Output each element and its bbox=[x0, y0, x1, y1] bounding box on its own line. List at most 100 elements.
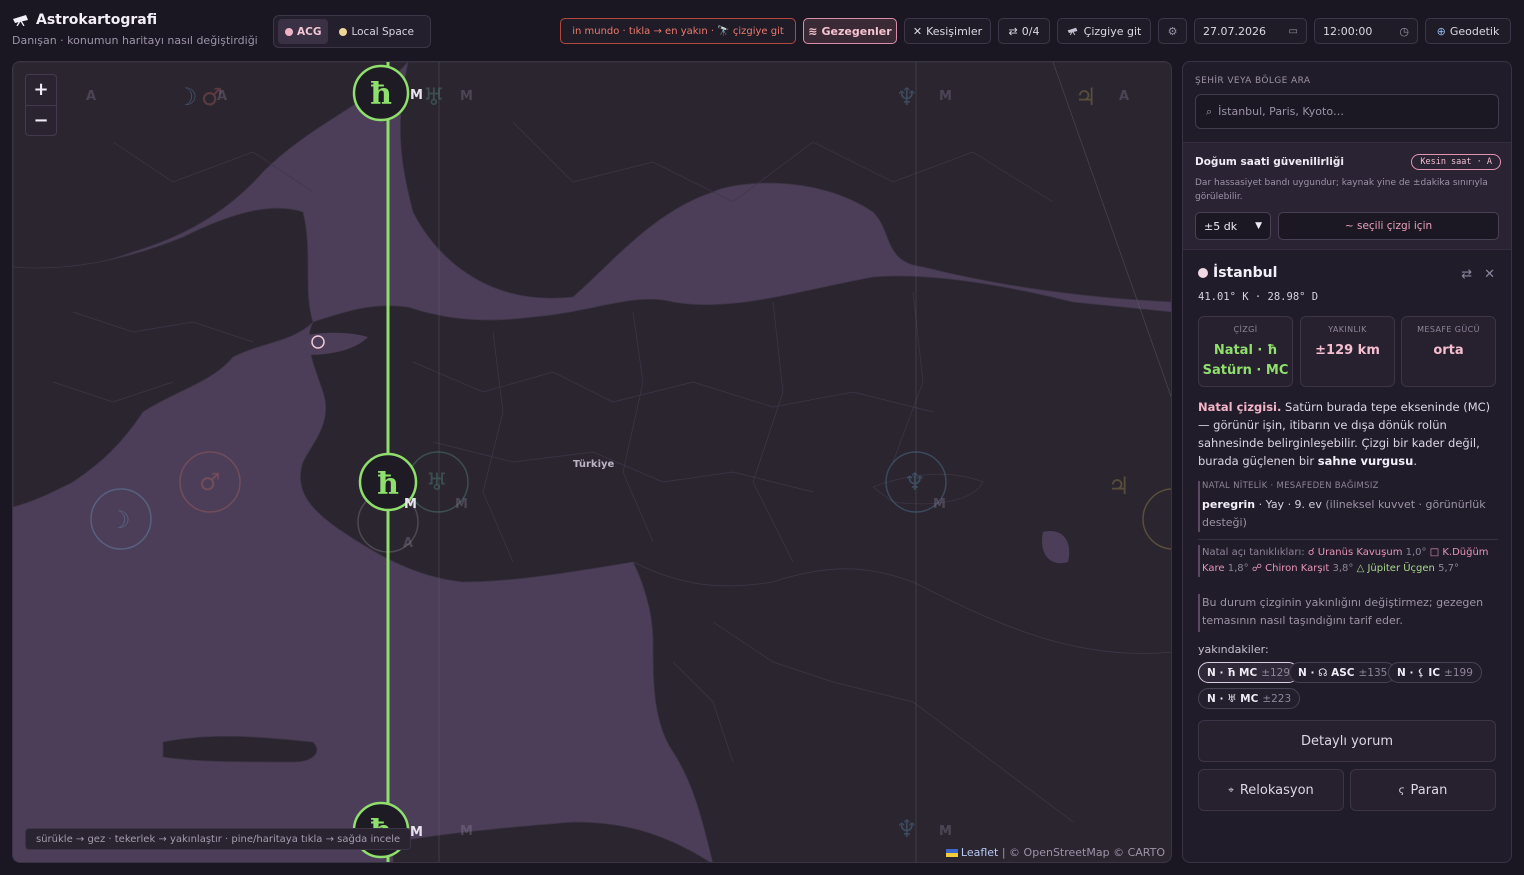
planets-icon: ≋ bbox=[808, 24, 818, 38]
divider bbox=[1198, 539, 1498, 540]
ghost-mars-glyph: ♂ bbox=[199, 468, 221, 496]
date-value: 27.07.2026 bbox=[1203, 24, 1266, 38]
stat-line: ÇİZGİ Natal · ħ Satürn · MC bbox=[1198, 316, 1293, 387]
paran-button[interactable]: ϛ Paran bbox=[1350, 769, 1496, 811]
location-title: İstanbul bbox=[1198, 265, 1277, 281]
counter-label: 0/4 bbox=[1021, 24, 1040, 38]
map-view[interactable]: ☽ ♂ ♅ ♆ ♃ ♃ ☽ ♂ ♆ ♆ ♅ A A M M A M M A M … bbox=[12, 61, 1172, 863]
stat-value: Natal · ħ Satürn · MC bbox=[1202, 343, 1289, 378]
ghost-suffix: M bbox=[460, 824, 473, 839]
zoom-out-button[interactable]: − bbox=[26, 104, 56, 136]
ghost-uranus-glyph: ♅ bbox=[426, 468, 448, 496]
local-space-dot-icon bbox=[339, 27, 348, 36]
natal-aspects: Natal açı tanıklıkları: ☌ Uranüs Kavuşum… bbox=[1198, 545, 1498, 577]
aspect-note: Bu durum çizginin yakınlığını değiştirme… bbox=[1198, 594, 1498, 632]
nearby-chip[interactable]: N · ♅ MC ±223 bbox=[1198, 688, 1301, 709]
clock-icon: ◷ bbox=[1399, 24, 1409, 38]
planets-button[interactable]: ≋ Gezegenler bbox=[803, 18, 897, 44]
location-coords: 41.01° K · 28.98° D bbox=[1198, 291, 1319, 303]
map-attribution: Leaflet | © OpenStreetMap © CARTO bbox=[945, 846, 1165, 859]
stat-proximity: YAKINLIK ±129 km bbox=[1300, 316, 1395, 387]
zoom-control: + − bbox=[25, 74, 57, 136]
aspect-item: ☍ Chiron Karşıt bbox=[1251, 563, 1330, 574]
geodetic-button[interactable]: ⊕ Geodetik bbox=[1425, 18, 1511, 44]
app-subtitle: Danışan · konumun haritayı nasıl değişti… bbox=[12, 34, 258, 47]
stat-label: YAKINLIK bbox=[1328, 325, 1367, 334]
ghost-uranus-glyph-top: ♅ bbox=[423, 83, 445, 111]
location-actions: ⇄ ✕ bbox=[1461, 267, 1495, 282]
tolerance-note-button[interactable]: ~ seçili çizgi için bbox=[1278, 212, 1499, 240]
land-ukraine-russia bbox=[399, 62, 1171, 303]
settings-button[interactable]: ⚙ bbox=[1158, 18, 1187, 44]
ghost-jupiter-glyph-2: ♃ bbox=[1108, 472, 1130, 500]
ghost-suffix: M bbox=[933, 497, 946, 512]
quality-text: peregrin · Yay · 9. ev (ilineksel kuvvet… bbox=[1202, 498, 1486, 529]
relocation-button[interactable]: ⌖ Relokasyon bbox=[1198, 769, 1344, 811]
acg-dot-icon bbox=[285, 27, 293, 36]
detailed-reading-button[interactable]: Detaylı yorum bbox=[1198, 720, 1496, 762]
crossings-button[interactable]: ✕ Kesişimler bbox=[904, 18, 991, 44]
geodetic-label: Geodetik bbox=[1449, 24, 1500, 38]
aspect-note-text: Bu durum çizginin yakınlığını değiştirme… bbox=[1202, 596, 1484, 627]
aspect-item: △ Jüpiter Üçgen bbox=[1356, 563, 1435, 574]
mode-local-space-button[interactable]: Local Space bbox=[332, 19, 421, 44]
brand: Astrokartografi Danışan · konumun harita… bbox=[12, 12, 258, 47]
ukraine-flag-icon bbox=[945, 849, 958, 857]
mode-acg-button[interactable]: ACG bbox=[278, 19, 329, 44]
nearby-chip[interactable]: N · ħ MC ±129 bbox=[1198, 662, 1300, 683]
planets-label: Gezegenler bbox=[821, 24, 892, 38]
leaflet-link[interactable]: Leaflet bbox=[961, 846, 998, 859]
ghost-suffix: A bbox=[1119, 89, 1129, 104]
ghost-suffix: M bbox=[939, 824, 952, 839]
map-usage-hint: sürükle → gez · tekerlek → yakınlaştır ·… bbox=[25, 828, 412, 850]
goto-line-button[interactable]: Çizgiye git bbox=[1057, 18, 1151, 44]
side-panel: ŞEHİR VEYA BÖLGE ARA ⌕ Doğum saati güven… bbox=[1182, 61, 1512, 863]
stat-value: orta bbox=[1433, 343, 1464, 358]
mode-switch: ACG Local Space bbox=[273, 15, 431, 48]
ghost-neptune-glyph: ♆ bbox=[904, 468, 926, 496]
nearby-chip[interactable]: N · ⚸ IC ±199 bbox=[1388, 662, 1482, 683]
in-mundo-hint[interactable]: in mundo · tıkla → en yakın · 🔭 çizgiye … bbox=[560, 18, 796, 44]
globe-icon: ⊕ bbox=[1436, 24, 1446, 38]
ghost-suffix: A bbox=[86, 89, 96, 104]
stat-distance-strength: MESAFE GÜCÜ orta bbox=[1401, 316, 1496, 387]
stat-label: MESAFE GÜCÜ bbox=[1417, 325, 1480, 334]
counter-button[interactable]: ⇄ 0/4 bbox=[998, 18, 1050, 44]
svg-text:M: M bbox=[410, 825, 423, 840]
goto-line-label: Çizgiye git bbox=[1083, 24, 1142, 38]
mode-acg-label: ACG bbox=[297, 25, 322, 38]
ghost-moon-glyph-top: ☽ bbox=[176, 83, 198, 111]
svg-text:M: M bbox=[404, 497, 417, 512]
saturn-marker-mid[interactable]: ħ M bbox=[358, 452, 418, 512]
gear-icon: ⚙ bbox=[1167, 24, 1178, 38]
search-icon: ⌕ bbox=[1206, 104, 1213, 118]
location-name: İstanbul bbox=[1213, 265, 1278, 281]
telescope-icon bbox=[1067, 27, 1078, 36]
line-description: Natal çizgisi. Satürn burada tepe ekseni… bbox=[1198, 400, 1491, 468]
nearby-label: yakındakiler: bbox=[1198, 643, 1269, 656]
telescope-icon bbox=[13, 15, 28, 26]
date-input[interactable]: 27.07.2026 ▭ bbox=[1194, 18, 1307, 44]
reliability-title: Doğum saati güvenilirliği bbox=[1195, 156, 1344, 168]
ghost-suffix: A bbox=[403, 536, 413, 551]
search-input[interactable] bbox=[1218, 105, 1479, 118]
stat-value: ±129 km bbox=[1315, 343, 1380, 358]
close-icon[interactable]: ✕ bbox=[1484, 267, 1495, 282]
app-title: Astrokartografi bbox=[12, 12, 258, 28]
aspects-prefix: Natal açı tanıklıkları: bbox=[1202, 547, 1305, 558]
plus-icon: ⌖ bbox=[1228, 784, 1234, 796]
land-crete bbox=[162, 735, 318, 763]
natal-quality: NATAL NİTELİK · MESAFEDEN BAĞIMSIZ pereg… bbox=[1198, 481, 1498, 532]
search-box[interactable]: ⌕ bbox=[1195, 94, 1499, 129]
swap-icon[interactable]: ⇄ bbox=[1461, 267, 1472, 282]
svg-text:ħ: ħ bbox=[370, 77, 392, 112]
ghost-jupiter-glyph: ♃ bbox=[1075, 83, 1097, 111]
nearby-chip[interactable]: N · ☊ ASC ±135 bbox=[1289, 662, 1397, 683]
svg-text:ħ: ħ bbox=[377, 467, 399, 502]
time-input[interactable]: 12:00:00 ◷ bbox=[1314, 18, 1418, 44]
ghost-suffix: M bbox=[455, 497, 468, 512]
chevron-down-icon: ▼ bbox=[1255, 221, 1262, 231]
tolerance-select[interactable]: ±5 dk ▼ bbox=[1195, 212, 1271, 240]
location-dot-icon bbox=[1198, 268, 1208, 278]
zoom-in-button[interactable]: + bbox=[26, 75, 56, 105]
